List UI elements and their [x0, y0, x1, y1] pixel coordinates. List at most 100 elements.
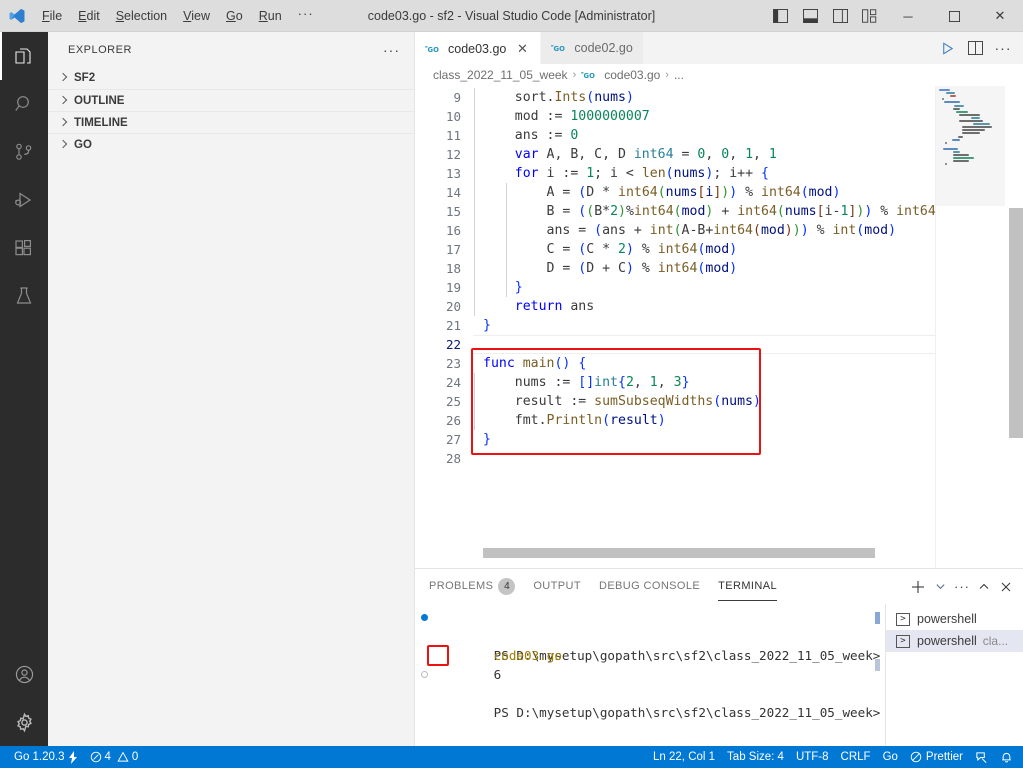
menu-view[interactable]: View [175, 5, 218, 27]
activity-accounts[interactable] [0, 650, 48, 698]
terminal-output[interactable]: PS D:\mysetup\gopath\src\sf2\class_2022_… [415, 604, 885, 747]
chevron-right-icon [56, 137, 72, 153]
close-panel-button[interactable] [995, 574, 1017, 600]
breadcrumb-symbol[interactable]: ... [674, 68, 684, 82]
status-go-version[interactable]: Go 1.20.3 [8, 746, 84, 768]
menu-edit[interactable]: Edit [70, 5, 108, 27]
code-line: 16 ans = (ans + int(A-B+int64(mod))) % i… [415, 221, 1023, 240]
status-bar-right: Ln 22, Col 1 Tab Size: 4 UTF-8 CRLF Go P… [647, 746, 1023, 768]
new-terminal-button[interactable] [907, 574, 929, 600]
tab-code02-go[interactable]: GO code02.go [541, 32, 644, 64]
activity-testing[interactable] [0, 272, 48, 320]
terminal-command-decoration[interactable] [875, 612, 880, 624]
panel-more-actions-button[interactable]: ··· [951, 574, 973, 600]
sidebar-item-outline[interactable]: OUTLINE [48, 89, 414, 111]
chevron-right-icon [56, 70, 72, 86]
run-code-button[interactable] [933, 34, 961, 62]
sidebar-item-sf2[interactable]: SF2 [48, 67, 414, 89]
search-icon [12, 92, 36, 116]
terminal-list-sublabel: cla... [982, 634, 1009, 648]
tab-problems[interactable]: PROBLEMS 4 [429, 569, 516, 604]
activity-manage-settings[interactable] [0, 698, 48, 746]
editor-horizontal-scrollbar[interactable] [483, 548, 875, 558]
go-file-icon: GO [425, 43, 442, 55]
breadcrumb-separator-icon: › [665, 69, 669, 81]
status-language-mode[interactable]: Go [877, 746, 904, 768]
maximize-panel-button[interactable] [973, 574, 995, 600]
code-line: 21} [415, 316, 1023, 335]
minimap-slider[interactable] [936, 86, 1005, 206]
menu-selection[interactable]: Selection [108, 5, 175, 27]
toggle-primary-sidebar-icon[interactable] [765, 0, 795, 32]
maximize-button[interactable] [931, 0, 977, 32]
status-notifications[interactable] [994, 746, 1019, 768]
close-window-button[interactable]: ✕ [977, 0, 1023, 32]
menu-bar[interactable]: File Edit Selection View Go Run ··· [34, 0, 322, 32]
terminal-list-item-powershell-cla[interactable]: > powershell cla... [886, 630, 1023, 652]
split-editor-button[interactable] [961, 34, 989, 62]
terminal-list-item-powershell[interactable]: > powershell [886, 608, 1023, 630]
sidebar-more-actions-button[interactable]: ··· [377, 43, 406, 57]
toggle-secondary-sidebar-icon[interactable] [825, 0, 855, 32]
indent-guide [474, 202, 475, 221]
status-cursor-position[interactable]: Ln 22, Col 1 [647, 746, 721, 768]
tab-terminal[interactable]: TERMINAL [718, 569, 777, 604]
activity-search[interactable] [0, 80, 48, 128]
customize-layout-icon[interactable] [855, 0, 885, 32]
editor-more-actions-button[interactable]: ··· [989, 34, 1017, 62]
code-editor[interactable]: 9 sort.Ints(nums) 10 mod := 1000000007 11 … [415, 86, 1023, 568]
code-line: 15 B = ((B*2)%int64(mod) + int64(nums[i-… [415, 202, 1023, 221]
activity-explorer[interactable] [0, 32, 48, 80]
tab-debug-console[interactable]: DEBUG CONSOLE [599, 569, 700, 604]
indent-guide [474, 107, 475, 126]
menu-run[interactable]: Run [251, 5, 290, 27]
terminal-command-decoration[interactable] [875, 659, 880, 671]
code-line: 27} [415, 430, 1023, 449]
editor-minimap[interactable] [935, 86, 1005, 568]
indent-guide [474, 240, 475, 259]
gear-icon [13, 711, 36, 734]
terminal-prompt: PS D:\mysetup\gopath\src\sf2\class_2022_… [493, 705, 881, 720]
indent-guide [474, 411, 475, 430]
line-number: 23 [445, 356, 461, 371]
code-text: C = (C * 2) % int64(mod) [483, 242, 738, 257]
terminal-dropdown-chevron-down-icon[interactable] [929, 574, 951, 600]
terminal-tabs-list: > powershell > powershell cla... [885, 604, 1023, 747]
line-number: 11 [445, 128, 461, 143]
menu-go[interactable]: Go [218, 5, 251, 27]
status-feedback[interactable] [969, 746, 994, 768]
line-number: 16 [445, 223, 461, 238]
tab-code03-go[interactable]: GO code03.go ✕ [415, 32, 542, 64]
activity-bar [0, 32, 48, 746]
breadcrumb-file[interactable]: GO code03.go [581, 68, 660, 82]
activity-extensions[interactable] [0, 224, 48, 272]
tab-close-icon[interactable]: ✕ [514, 41, 530, 57]
activity-run-debug[interactable] [0, 176, 48, 224]
prohibit-icon [910, 751, 922, 763]
line-number: 22 [445, 337, 461, 352]
code-line: 26 fmt.Println(result) [415, 411, 1023, 430]
code-line: 12 var A, B, C, D int64 = 0, 0, 1, 1 [415, 145, 1023, 164]
menu-file[interactable]: File [34, 5, 70, 27]
tab-output[interactable]: OUTPUT [533, 569, 581, 604]
code-line: 20 return ans [415, 297, 1023, 316]
code-text: return ans [483, 299, 595, 314]
menu-more-button[interactable]: ··· [290, 5, 322, 27]
status-encoding[interactable]: UTF-8 [790, 746, 835, 768]
status-prettier[interactable]: Prettier [904, 746, 969, 768]
sidebar-item-go[interactable]: GO [48, 133, 414, 155]
terminal-icon: > [896, 612, 910, 626]
editor-vertical-scrollbar[interactable] [1009, 86, 1023, 568]
activity-source-control[interactable] [0, 128, 48, 176]
scrollbar-thumb[interactable] [1009, 208, 1023, 438]
status-indentation[interactable]: Tab Size: 4 [721, 746, 790, 768]
toggle-panel-icon[interactable] [795, 0, 825, 32]
code-line: 23 func main() { [415, 354, 1023, 373]
status-problems[interactable]: 4 0 [84, 746, 145, 768]
minimize-button[interactable]: ─ [885, 0, 931, 32]
line-number: 18 [445, 261, 461, 276]
breadcrumb-folder[interactable]: class_2022_11_05_week [433, 68, 568, 82]
status-eol[interactable]: CRLF [835, 746, 877, 768]
terminal-line-output: 6 [427, 645, 885, 682]
sidebar-item-timeline[interactable]: TIMELINE [48, 111, 414, 133]
